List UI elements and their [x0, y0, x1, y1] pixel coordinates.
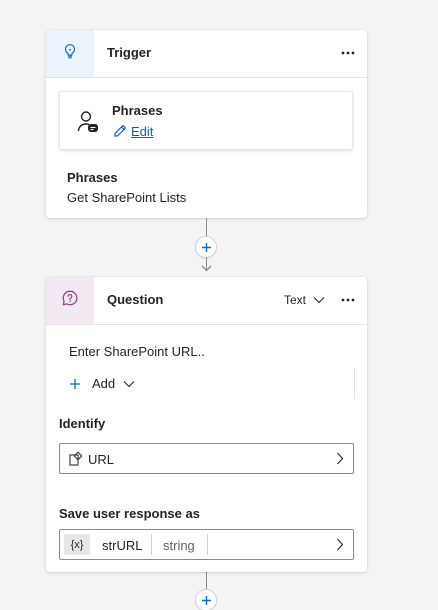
response-type-label: Text [284, 293, 307, 307]
chevron-right-icon [337, 538, 344, 551]
trigger-title: Trigger [107, 45, 152, 60]
phrases-card[interactable]: Phrases Edit [59, 91, 353, 150]
identify-value: URL [88, 452, 115, 467]
phrases-card-title: Phrases [112, 103, 163, 118]
connector-line [206, 218, 207, 237]
question-node[interactable]: Question Text Enter SharePoint URL.. Add… [46, 277, 367, 572]
chevron-down-icon [313, 297, 325, 304]
trigger-more-options-button[interactable] [339, 44, 357, 62]
trigger-node[interactable]: Trigger Phrases Edit Phrases Get SharePo… [46, 30, 367, 218]
question-node-header: Question Text [46, 277, 367, 325]
phrases-value: Get SharePoint Lists [67, 190, 187, 205]
save-variable-selector[interactable]: {x} strURL string [59, 529, 354, 560]
chat-question-icon [61, 289, 79, 312]
entity-icon [69, 451, 83, 471]
lightbulb-icon [61, 42, 79, 65]
more-horizontal-icon [341, 298, 355, 302]
plus-icon [70, 378, 80, 389]
chevron-down-icon [123, 380, 135, 387]
edit-phrases-link[interactable]: Edit [112, 123, 153, 139]
identify-label: Identify [59, 416, 106, 431]
question-title: Question [107, 292, 164, 307]
identify-entity-selector[interactable]: URL [59, 443, 354, 474]
edit-link-label: Edit [131, 123, 154, 139]
question-icon-box [46, 277, 94, 324]
trigger-icon-box [46, 30, 94, 77]
plus-icon [201, 242, 211, 252]
question-more-options-button[interactable] [339, 291, 357, 309]
question-prompt-text[interactable]: Enter SharePoint URL.. [69, 344, 205, 359]
variable-badge: {x} [64, 534, 90, 555]
arrow-down-icon [201, 265, 212, 272]
divider [151, 534, 152, 555]
variable-type: string [163, 538, 195, 553]
add-node-button[interactable] [196, 590, 216, 610]
save-response-label: Save user response as [59, 506, 200, 521]
plus-icon [201, 595, 211, 605]
divider [354, 368, 355, 399]
chevron-right-icon [337, 452, 344, 465]
add-variation-button[interactable]: Add [69, 376, 135, 391]
trigger-node-header: Trigger [46, 30, 367, 78]
response-type-dropdown[interactable]: Text [284, 293, 325, 307]
variable-name: strURL [102, 538, 143, 553]
phrases-label: Phrases [67, 170, 118, 185]
pencil-icon [112, 123, 128, 139]
add-node-button[interactable] [196, 237, 216, 257]
more-horizontal-icon [341, 51, 355, 55]
divider [207, 534, 208, 555]
variable-badge-text: {x} [70, 538, 84, 551]
person-chat-icon [77, 110, 99, 139]
add-label: Add [92, 376, 116, 391]
connector-line [206, 572, 207, 591]
